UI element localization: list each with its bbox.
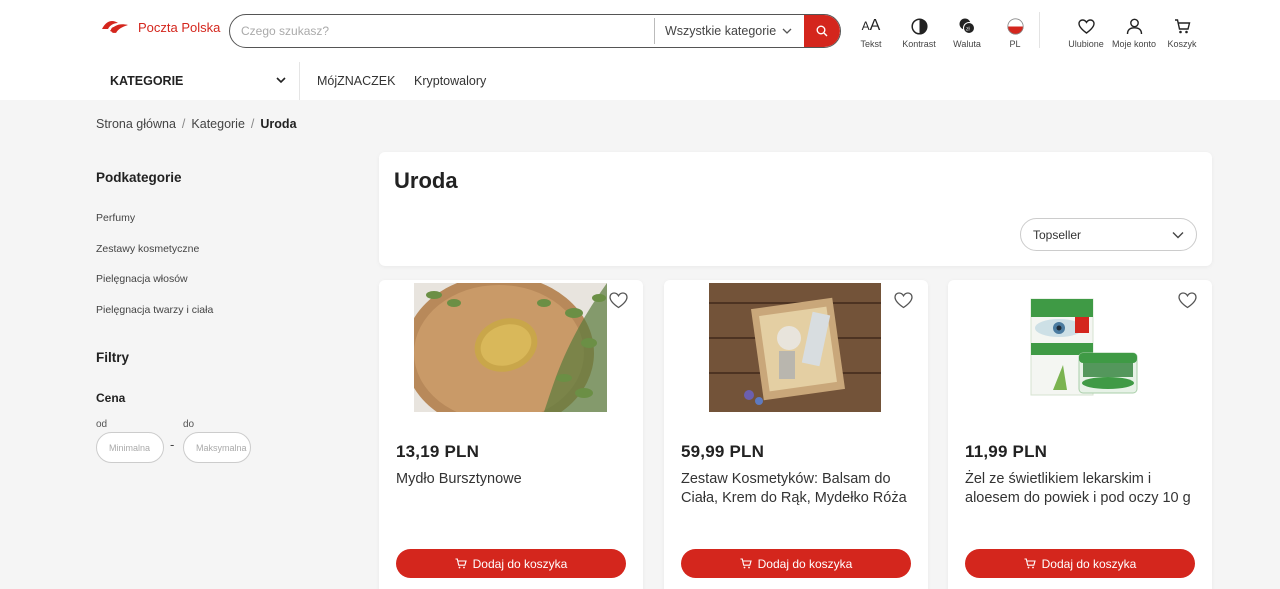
poczta-polska-logo-icon bbox=[102, 21, 128, 33]
add-to-cart-button[interactable]: Dodaj do koszyka bbox=[396, 549, 626, 578]
add-to-cart-button[interactable]: Dodaj do koszyka bbox=[965, 549, 1195, 578]
chevron-down-icon bbox=[782, 28, 792, 34]
breadcrumb-separator: / bbox=[181, 117, 186, 131]
price-from-label: od bbox=[96, 419, 108, 430]
main-nav: KATEGORIE MójZNACZEK Kryptowalory bbox=[0, 62, 1280, 100]
subcategory-wlosy[interactable]: Pielęgnacja włosów bbox=[96, 273, 188, 285]
brand-name: Poczta Polska bbox=[138, 19, 221, 35]
price-min-input[interactable] bbox=[96, 432, 164, 463]
filters-heading: Filtry bbox=[96, 350, 130, 365]
cart-icon bbox=[455, 558, 467, 569]
chevron-down-icon bbox=[1172, 231, 1184, 238]
add-to-cart-label: Dodaj do koszyka bbox=[1041, 556, 1137, 571]
nav-link-kryptowalory[interactable]: Kryptowalory bbox=[414, 74, 486, 88]
sort-select[interactable]: Topseller bbox=[1020, 218, 1197, 251]
product-name[interactable]: Żel ze świetlikiem lekarskim i aloesem d… bbox=[965, 470, 1195, 507]
product-card[interactable]: 11,99 PLN Żel ze świetlikiem lekarskim i… bbox=[948, 280, 1212, 589]
currency-icon: zł bbox=[959, 18, 975, 34]
heart-icon bbox=[1077, 18, 1095, 34]
nav-divider bbox=[299, 62, 300, 100]
product-name[interactable]: Mydło Bursztynowe bbox=[396, 470, 626, 489]
logo[interactable]: Poczta Polska bbox=[100, 17, 220, 37]
amber-soap-image bbox=[414, 283, 607, 412]
product-price: 13,19 PLN bbox=[396, 442, 480, 461]
categories-menu[interactable]: KATEGORIE bbox=[110, 74, 183, 88]
breadcrumb-separator: / bbox=[250, 117, 255, 131]
account-label: Moje konto bbox=[1111, 39, 1157, 49]
breadcrumb-home[interactable]: Strona główna bbox=[96, 117, 176, 131]
product-price: 11,99 PLN bbox=[965, 442, 1048, 461]
eye-gel-product-image bbox=[1030, 298, 1138, 396]
cart-button[interactable]: Koszyk bbox=[1158, 16, 1206, 49]
subcategory-perfumy[interactable]: Perfumy bbox=[96, 212, 135, 224]
product-card[interactable]: 13,19 PLN Mydło Bursztynowe Dodaj do kos… bbox=[379, 280, 643, 589]
sort-label: Topseller bbox=[1033, 227, 1082, 242]
header: Poczta Polska Wszystkie kategorie AA Tek… bbox=[0, 0, 1280, 100]
user-tools: Ulubione Moje konto Koszyk bbox=[1062, 16, 1206, 49]
user-icon bbox=[1126, 18, 1142, 34]
product-card[interactable]: 59,99 PLN Zestaw Kosmetyków: Balsam do C… bbox=[664, 280, 928, 589]
tools-divider bbox=[1039, 12, 1040, 48]
subcategory-zestawy[interactable]: Zestawy kosmetyczne bbox=[96, 243, 199, 255]
text-size-icon: AA bbox=[861, 17, 881, 34]
subcategories-heading: Podkategorie bbox=[96, 170, 182, 185]
cart-label: Koszyk bbox=[1167, 39, 1197, 49]
text-size-button[interactable]: AA Tekst bbox=[852, 16, 890, 49]
page-title: Uroda bbox=[394, 168, 458, 193]
category-header-panel: Uroda Topseller bbox=[379, 152, 1212, 266]
text-size-label: Tekst bbox=[860, 39, 882, 49]
search-icon bbox=[816, 25, 828, 37]
language-button[interactable]: PL bbox=[996, 16, 1034, 49]
add-to-cart-label: Dodaj do koszyka bbox=[757, 556, 853, 571]
subcategory-twarz-cialo[interactable]: Pielęgnacja twarzy i ciała bbox=[96, 304, 213, 316]
product-price: 59,99 PLN bbox=[681, 442, 765, 461]
cart-icon bbox=[740, 558, 752, 569]
price-max-input[interactable] bbox=[183, 432, 251, 463]
add-to-cart-button[interactable]: Dodaj do koszyka bbox=[681, 549, 911, 578]
search-button[interactable] bbox=[804, 15, 840, 47]
favorites-button[interactable]: Ulubione bbox=[1062, 16, 1110, 49]
search-category-select[interactable]: Wszystkie kategorie bbox=[655, 24, 804, 38]
price-range-dash: - bbox=[170, 437, 175, 452]
search-bar: Wszystkie kategorie bbox=[229, 14, 841, 48]
add-to-cart-label: Dodaj do koszyka bbox=[472, 556, 568, 571]
flag-pl-icon bbox=[1006, 17, 1024, 35]
favorite-heart-icon[interactable] bbox=[1178, 292, 1197, 309]
price-to-label: do bbox=[183, 419, 195, 430]
breadcrumb: Strona główna / Kategorie / Uroda bbox=[96, 117, 297, 131]
search-category-label: Wszystkie kategorie bbox=[665, 24, 777, 38]
breadcrumb-current: Uroda bbox=[260, 117, 297, 131]
product-image[interactable] bbox=[414, 283, 607, 412]
accessibility-tools: AA Tekst Kontrast zł Waluta PL bbox=[852, 16, 1044, 49]
cosmetics-set-image bbox=[709, 283, 881, 412]
nav-link-mojznaczek[interactable]: MójZNACZEK bbox=[317, 74, 395, 88]
currency-label: Waluta bbox=[953, 39, 981, 49]
product-name[interactable]: Zestaw Kosmetyków: Balsam do Ciała, Krem… bbox=[681, 470, 911, 507]
contrast-button[interactable]: Kontrast bbox=[900, 16, 938, 49]
price-heading: Cena bbox=[96, 391, 126, 405]
search-input[interactable] bbox=[230, 15, 654, 47]
language-label: PL bbox=[1009, 39, 1021, 49]
favorite-heart-icon[interactable] bbox=[894, 292, 913, 309]
product-image[interactable] bbox=[709, 283, 881, 412]
breadcrumb-categories[interactable]: Kategorie bbox=[191, 117, 245, 131]
cart-icon bbox=[1024, 558, 1036, 569]
currency-button[interactable]: zł Waluta bbox=[948, 16, 986, 49]
favorites-label: Ulubione bbox=[1068, 39, 1104, 49]
favorite-heart-icon[interactable] bbox=[609, 292, 628, 309]
cart-icon bbox=[1174, 18, 1190, 33]
contrast-icon bbox=[910, 17, 928, 35]
account-button[interactable]: Moje konto bbox=[1110, 16, 1158, 49]
product-image[interactable] bbox=[1023, 295, 1143, 400]
chevron-down-icon[interactable] bbox=[275, 74, 287, 86]
contrast-label: Kontrast bbox=[902, 39, 936, 49]
